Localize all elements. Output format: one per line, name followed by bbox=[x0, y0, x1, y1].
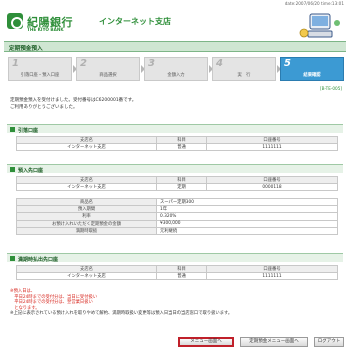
deposit-account-heading: 預入先口座 bbox=[7, 164, 343, 174]
note-line: ※上記に表示されている預け入れを取りやめて解約、満期時取扱い変更等は預入日当日の… bbox=[10, 311, 233, 317]
column-header: 科目 bbox=[156, 135, 207, 145]
step-label: 実 行 bbox=[237, 73, 251, 78]
detail-value: ¥300,000 bbox=[156, 219, 338, 228]
subject-cell: 定期 bbox=[156, 183, 207, 192]
logout-button[interactable]: ログアウト bbox=[314, 337, 344, 347]
deposit-details-table: 商品名 スーパー定期300 預入期間 1年 利率 0.320% お預け入れいただ… bbox=[16, 197, 338, 235]
bank-name-en: THE KIYO BANK bbox=[27, 27, 64, 32]
login-datetime: date:2007/06/20 time:13:01 bbox=[284, 1, 344, 6]
header: 紀陽銀行 THE KIYO BANK インターネット支店 bbox=[0, 8, 350, 38]
maturity-account-table: 支店名 科目 口座番号 インターネット支店 普通 1111111 bbox=[16, 264, 338, 281]
branch-name: インターネット支店 bbox=[99, 17, 171, 26]
detail-label: 利率 bbox=[16, 212, 157, 221]
step-label: 結果確認 bbox=[303, 73, 321, 78]
detail-row: 満期時取扱 元利継続 bbox=[16, 226, 338, 235]
branch-cell: インターネット支店 bbox=[16, 143, 157, 152]
account-number-cell: 0000118 bbox=[206, 183, 338, 192]
step-number: 3 bbox=[148, 58, 155, 69]
column-header: 口座番号 bbox=[206, 175, 338, 185]
deposit-menu-button[interactable]: 定期預金メニュー画面へ bbox=[240, 337, 308, 347]
column-header: 支店名 bbox=[16, 175, 157, 185]
step-label: 金額入力 bbox=[167, 73, 185, 78]
section-bullet-icon bbox=[10, 256, 15, 261]
column-header: 科目 bbox=[156, 175, 207, 185]
column-header: 科目 bbox=[156, 264, 207, 274]
maturity-account-heading: 満期時払出先口座 bbox=[7, 253, 343, 263]
detail-label: 商品名 bbox=[16, 197, 157, 207]
branch-cell: インターネット支店 bbox=[16, 272, 157, 281]
withdraw-account-heading: 引落口座 bbox=[7, 124, 343, 134]
step-2: 2 商品選択 bbox=[76, 57, 140, 81]
message-line: ご利用ありがとうございました。 bbox=[10, 104, 78, 110]
step-3: 3 金額入力 bbox=[144, 57, 208, 81]
column-header: 支店名 bbox=[16, 264, 157, 274]
page-title-bar: 定期預金預入 bbox=[4, 41, 346, 52]
subject-cell: 普通 bbox=[156, 143, 207, 152]
completion-message: 定期預金預入を受付けました。受付番号はC6200001番です。 ご利用ありがとう… bbox=[10, 98, 136, 111]
step-4: 4 実 行 bbox=[212, 57, 276, 81]
notes: ※預入日は、 平日24時までの受付分は、当日に受付扱い 平日24時までの受付分は… bbox=[10, 289, 232, 317]
detail-value: 1年 bbox=[156, 205, 338, 214]
section-bullet-icon bbox=[10, 127, 15, 132]
account-number-cell: 1111111 bbox=[206, 143, 338, 152]
table-row: インターネット支店 普通 1111111 bbox=[16, 272, 338, 281]
top-bar: date:2007/06/20 time:13:01 bbox=[0, 0, 350, 8]
step-1: 1 引落口座・預入口座 bbox=[8, 57, 72, 81]
detail-value: 元利継続 bbox=[156, 226, 338, 235]
detail-row: 預入期間 1年 bbox=[16, 205, 338, 214]
step-number: 4 bbox=[216, 58, 223, 69]
subject-cell: 普通 bbox=[156, 272, 207, 281]
table-row: インターネット支店 定期 0000118 bbox=[16, 183, 338, 192]
deposit-account-table: 支店名 科目 口座番号 インターネット支店 定期 0000118 bbox=[16, 175, 338, 192]
detail-row: 利率 0.320% bbox=[16, 212, 338, 221]
step-label: 引落口座・預入口座 bbox=[20, 73, 60, 78]
page-title: 定期預金預入 bbox=[9, 46, 43, 52]
section-bullet-icon bbox=[10, 167, 15, 172]
step-label: 商品選択 bbox=[99, 73, 117, 78]
step-5-current: 5 結果確認 bbox=[280, 57, 344, 81]
bank-logo-icon bbox=[7, 13, 23, 29]
column-header: 口座番号 bbox=[206, 135, 338, 145]
step-number: 1 bbox=[12, 58, 19, 69]
column-header: 口座番号 bbox=[206, 264, 338, 274]
branch-cell: インターネット支店 bbox=[16, 183, 157, 192]
section-title: 引落口座 bbox=[18, 127, 39, 134]
progress-steps: 1 引落口座・預入口座 2 商品選択 3 金額入力 4 実 行 5 結果確認 bbox=[8, 57, 344, 81]
detail-row: お預け入れいただく定期預金の金額 ¥300,000 bbox=[16, 219, 338, 228]
step-number: 5 bbox=[284, 58, 291, 69]
withdraw-account-table: 支店名 科目 口座番号 インターネット支店 普通 1111111 bbox=[16, 135, 338, 152]
section-title: 預入先口座 bbox=[18, 167, 44, 174]
detail-label: 預入期間 bbox=[16, 205, 157, 214]
detail-value: 0.320% bbox=[156, 212, 338, 221]
menu-screen-button[interactable]: メニュー画面へ bbox=[178, 337, 234, 347]
detail-row: 商品名 スーパー定期300 bbox=[16, 197, 338, 207]
computer-illustration-icon bbox=[299, 13, 340, 38]
page-code: [B-TE-005] bbox=[320, 86, 342, 91]
step-number: 2 bbox=[80, 58, 87, 69]
detail-label: お預け入れいただく定期預金の金額 bbox=[16, 219, 157, 228]
table-row: インターネット支店 普通 1111111 bbox=[16, 143, 338, 152]
message-line: 定期預金預入を受付けました。受付番号はC6200001番です。 bbox=[10, 98, 137, 103]
detail-label: 満期時取扱 bbox=[16, 226, 157, 235]
column-header: 支店名 bbox=[16, 135, 157, 145]
detail-value: スーパー定期300 bbox=[156, 197, 338, 207]
section-title: 満期時払出先口座 bbox=[18, 256, 59, 263]
account-number-cell: 1111111 bbox=[206, 272, 338, 281]
